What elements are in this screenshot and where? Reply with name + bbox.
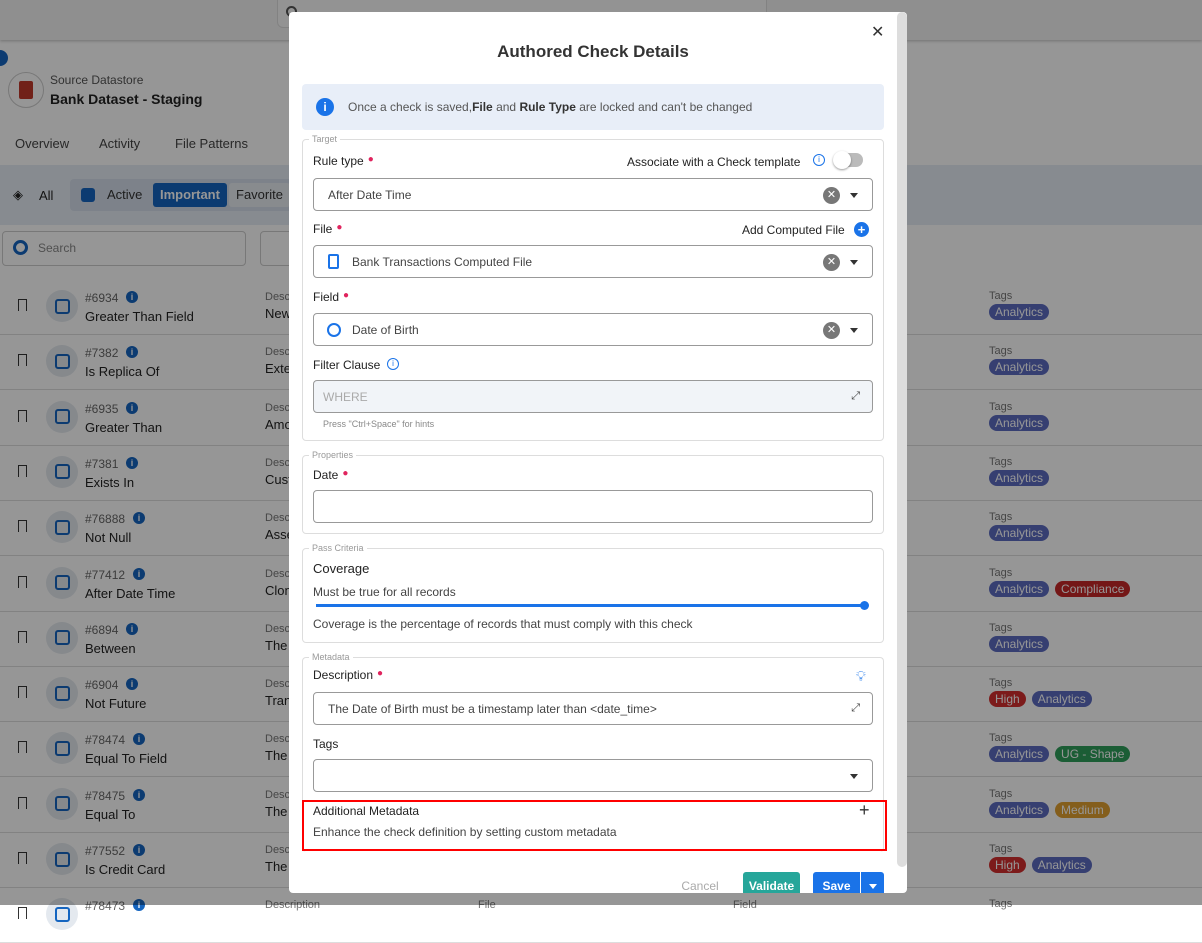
- target-legend: Target: [312, 134, 338, 144]
- clear-icon[interactable]: ✕: [823, 254, 840, 271]
- rule-type-label: Rule type ●: [313, 154, 374, 168]
- dialog-title: Authored Check Details: [497, 42, 689, 61]
- field-select[interactable]: Date of Birth ✕: [313, 313, 873, 346]
- alert-rule: Rule Type: [519, 100, 576, 114]
- info-icon: i: [316, 98, 334, 116]
- info-icon[interactable]: i: [387, 358, 399, 370]
- metadata-legend: Metadata: [312, 652, 350, 662]
- rule-type-select[interactable]: After Date Time ✕: [313, 178, 873, 211]
- additional-metadata-text: Enhance the check definition by setting …: [313, 825, 617, 839]
- bookmark-icon[interactable]: [18, 907, 27, 920]
- alert-and: and: [492, 100, 520, 114]
- clock-icon: [327, 323, 341, 337]
- save-button[interactable]: Save: [813, 872, 860, 893]
- description-label: Description ●: [313, 668, 384, 682]
- clear-icon[interactable]: ✕: [823, 187, 840, 204]
- chevron-down-icon: [869, 884, 877, 889]
- add-metadata-icon[interactable]: +: [859, 800, 870, 821]
- cancel-button[interactable]: Cancel: [677, 872, 723, 893]
- date-input[interactable]: [313, 490, 873, 523]
- validate-button[interactable]: Validate: [743, 872, 800, 893]
- properties-legend: Properties: [312, 450, 354, 460]
- coverage-text: Must be true for all records: [313, 585, 456, 599]
- coverage-help: Coverage is the percentage of records th…: [313, 617, 693, 631]
- additional-metadata-title: Additional Metadata: [313, 804, 420, 818]
- alert-post: are locked and can't be changed: [575, 100, 753, 114]
- alert-file: File: [472, 100, 493, 114]
- filter-clause-input[interactable]: WHERE ⤢: [313, 380, 873, 413]
- chevron-down-icon[interactable]: [850, 774, 858, 779]
- description-input[interactable]: The Date of Birth must be a timestamp la…: [313, 692, 873, 725]
- chevron-down-icon[interactable]: [850, 328, 858, 333]
- chevron-down-icon[interactable]: [850, 193, 858, 198]
- alert-text: Once a check is saved,: [348, 100, 473, 114]
- expand-icon[interactable]: ⤢: [851, 390, 860, 403]
- date-label: Date ●: [313, 468, 349, 482]
- tags-label: Tags: [313, 737, 339, 751]
- authored-check-dialog: Authored Check Details ✕ i Once a check …: [289, 12, 907, 893]
- coverage-label: Coverage: [313, 561, 370, 576]
- add-computed-file-link[interactable]: Add Computed File: [742, 223, 845, 237]
- lightbulb-icon[interactable]: 💡︎: [856, 668, 866, 685]
- tags-select[interactable]: [313, 759, 873, 792]
- clear-icon[interactable]: ✕: [823, 322, 840, 339]
- expand-icon[interactable]: ⤢: [851, 702, 860, 715]
- computed-file-icon: [328, 254, 339, 269]
- filter-hint: Press "Ctrl+Space" for hints: [323, 419, 435, 429]
- coverage-slider[interactable]: [316, 601, 869, 610]
- filter-clause-label: Filter Clause: [313, 358, 381, 372]
- pass-criteria-legend: Pass Criteria: [312, 543, 364, 553]
- template-label: Associate with a Check template: [627, 155, 801, 169]
- info-alert: i Once a check is saved, File and Rule T…: [302, 84, 884, 130]
- file-select[interactable]: Bank Transactions Computed File ✕: [313, 245, 873, 278]
- slider-thumb[interactable]: [860, 601, 869, 610]
- file-label: File ●: [313, 222, 343, 236]
- chevron-down-icon[interactable]: [850, 260, 858, 265]
- scrollbar[interactable]: [897, 12, 907, 867]
- save-options-button[interactable]: [861, 872, 884, 893]
- close-icon[interactable]: ✕: [871, 22, 884, 42]
- add-icon[interactable]: +: [854, 222, 869, 237]
- field-label: Field ●: [313, 290, 350, 304]
- template-toggle[interactable]: [833, 151, 863, 169]
- info-icon[interactable]: i: [813, 154, 825, 166]
